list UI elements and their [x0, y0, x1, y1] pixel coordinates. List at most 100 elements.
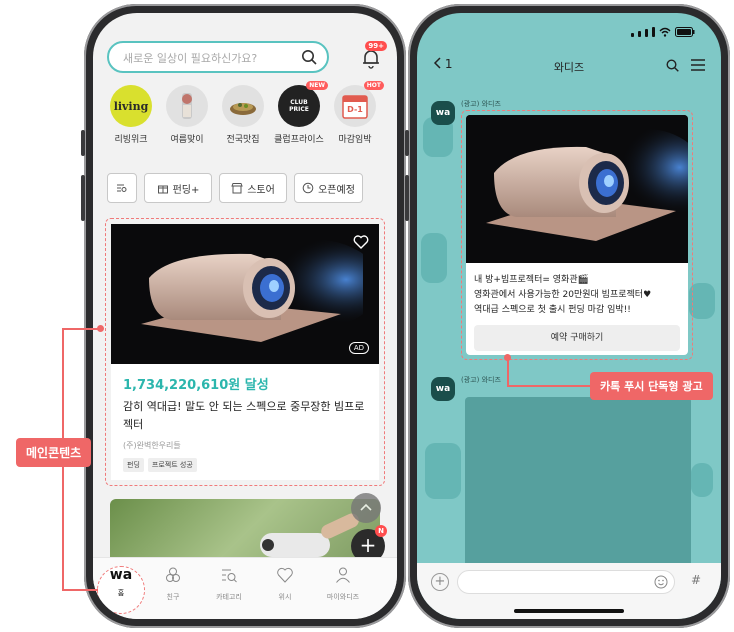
callout-dot — [97, 325, 104, 332]
chat-header: 1 와디즈 — [417, 53, 721, 83]
phone-side-button — [81, 130, 85, 156]
product-card[interactable]: AD 1,734,220,610원 달성 감히 역대급! 말도 안 되는 스펙으… — [111, 224, 379, 480]
food-dish-icon — [222, 85, 264, 127]
scroll-top-button[interactable] — [351, 493, 381, 523]
search-icon[interactable] — [301, 49, 317, 65]
projector-image: AD — [111, 224, 379, 364]
store-icon — [231, 183, 243, 194]
tab-my-wadiz[interactable]: 마이와디즈 — [315, 566, 371, 602]
tab-friends[interactable]: 친구 — [145, 566, 201, 602]
left-phone: 새로운 일상이 필요하신가요? 99+ living 리빙위크 여름맞이 전국맛… — [84, 4, 406, 628]
category-label: 마감임박 — [338, 135, 372, 145]
category-label: 리빙위크 — [114, 135, 148, 145]
funding-plus-button[interactable]: 펀딩+ — [144, 173, 212, 203]
category-club-price[interactable]: CLUB PRICE NEW 클럽프라이스 — [271, 81, 328, 145]
person-icon — [336, 567, 350, 583]
tab-label: 카테고리 — [216, 593, 242, 601]
chip-list: 펀딩 프로젝트 성공 — [123, 458, 197, 472]
sender-name: (광고) 와디즈 — [461, 100, 501, 108]
heart-icon — [277, 567, 293, 583]
wadiz-avatar[interactable]: wa — [431, 377, 455, 401]
wish-heart-icon[interactable] — [353, 234, 369, 250]
background-decoration — [421, 233, 447, 283]
store-button[interactable]: 스토어 — [219, 173, 287, 203]
filter-search-button[interactable] — [107, 173, 137, 203]
search-row: 새로운 일상이 필요하신가요? 99+ — [107, 41, 387, 75]
reserve-purchase-button[interactable]: 예약 구매하기 — [474, 325, 680, 351]
tab-wish[interactable]: 위시 — [257, 566, 313, 602]
chevron-up-icon — [360, 503, 372, 511]
notification-button[interactable]: 99+ — [361, 41, 387, 69]
tab-label: 홈 — [117, 589, 125, 597]
message-input[interactable] — [457, 570, 675, 594]
chip-funding: 펀딩 — [123, 458, 144, 472]
message-bubble[interactable]: 내 방+빔프로젝터= 영화관🎬 영화관에서 사용가능한 20만원대 빔프로젝터♥… — [466, 115, 688, 355]
category-label: 클럽프라이스 — [274, 135, 324, 145]
callout-dot — [504, 354, 511, 361]
category-icon — [222, 569, 237, 583]
store-label: 스토어 — [247, 184, 275, 196]
category-summer[interactable]: 여름맞이 — [159, 85, 215, 145]
tab-label: 위시 — [278, 593, 292, 601]
club-price-text: CLUB PRICE — [289, 99, 309, 113]
right-phone: 1 와디즈 wa (광고) 와디즈 내 방+빔프로젝터= 영화관🎬 영화관에서 … — [408, 4, 730, 628]
attach-plus-button[interactable]: + — [431, 573, 449, 591]
category-restaurants[interactable]: 전국맛집 — [215, 85, 271, 145]
tab-label: 마이와디즈 — [326, 593, 360, 601]
funding-amount: 1,734,220,610원 달성 — [123, 378, 269, 393]
clock-icon — [302, 182, 314, 194]
coming-soon-label: 오픈예정 — [318, 184, 355, 196]
projector-image — [466, 115, 688, 263]
bottom-tab-bar: wa 홈 친구 카테고리 위시 마이와디즈 — [93, 557, 397, 619]
search-placeholder: 새로운 일상이 필요하신가요? — [123, 52, 258, 65]
ad-badge: AD — [348, 342, 369, 354]
emoji-icon[interactable] — [654, 575, 668, 589]
projector-illustration — [466, 115, 688, 263]
coming-soon-button[interactable]: 오픈예정 — [294, 173, 363, 203]
filter-search-icon — [117, 184, 127, 192]
search-input[interactable]: 새로운 일상이 필요하신가요? — [107, 41, 329, 73]
battery-icon — [675, 27, 695, 37]
main-content-card[interactable]: AD 1,734,220,610원 달성 감히 역대급! 말도 안 되는 스펙으… — [105, 218, 385, 486]
category-label: 여름맞이 — [170, 135, 204, 145]
d-day-text: D-1 — [347, 105, 363, 114]
hot-tag: HOT — [363, 81, 384, 90]
kakaotalk-chat-screen: 1 와디즈 wa (광고) 와디즈 내 방+빔프로젝터= 영화관🎬 영화관에서 … — [417, 13, 721, 619]
club-price-icon: CLUB PRICE NEW — [278, 81, 328, 127]
category-row: living 리빙위크 여름맞이 전국맛집 CLUB PRICE NEW 클럽프… — [103, 81, 387, 149]
category-living-week[interactable]: living 리빙위크 — [103, 85, 159, 145]
main-content-callout: 메인콘텐츠 — [16, 438, 92, 467]
message-line: 역대급 스펙으로 첫 출시 펀딩 마감 임박!! — [474, 305, 631, 315]
push-ad-message[interactable]: 내 방+빔프로젝터= 영화관🎬 영화관에서 사용가능한 20만원대 빔프로젝터♥… — [461, 110, 693, 360]
callout-line — [62, 589, 98, 591]
callout-line — [507, 385, 591, 387]
notification-badge: 99+ — [365, 41, 387, 51]
category-closing-soon[interactable]: D-1 HOT 마감임박 — [327, 81, 384, 145]
message-text: 내 방+빔프로젝터= 영화관🎬 영화관에서 사용가능한 20만원대 빔프로젝터♥… — [474, 273, 682, 318]
wadiz-app-screen: 새로운 일상이 필요하신가요? 99+ living 리빙위크 여름맞이 전국맛… — [93, 13, 397, 619]
hashtag-button[interactable]: # — [691, 573, 701, 587]
background-decoration — [425, 443, 461, 499]
chip-success: 프로젝트 성공 — [147, 458, 197, 472]
menu-icon[interactable] — [691, 59, 705, 71]
wifi-icon — [659, 27, 671, 37]
tab-home[interactable]: wa 홈 — [93, 566, 149, 614]
phone-side-button — [405, 175, 409, 221]
push-ad-callout: 카톡 푸시 단독형 광고 — [590, 372, 713, 400]
search-icon[interactable] — [666, 59, 679, 72]
filter-row: 펀딩+ 스토어 오픈예정 — [107, 173, 383, 205]
projector-illustration — [111, 224, 363, 364]
product-title[interactable]: 감히 역대급! 말도 안 되는 스펙으로 중무장한 빔프로젝터 — [123, 398, 369, 434]
home-indicator — [514, 609, 624, 613]
phone-side-button — [81, 175, 85, 221]
message-line: 내 방+빔프로젝터= 영화관🎬 — [474, 275, 589, 285]
new-tag: NEW — [306, 81, 328, 90]
wadiz-avatar[interactable]: wa — [431, 101, 455, 125]
fab-new-badge: N — [375, 525, 387, 537]
wadiz-logo-icon: wa — [109, 567, 133, 583]
sender-name: (광고) 와디즈 — [461, 376, 501, 384]
callout-line — [62, 328, 100, 330]
phone-side-button — [405, 130, 409, 156]
tab-category[interactable]: 카테고리 — [201, 566, 257, 602]
calendar-icon: D-1 HOT — [334, 81, 384, 127]
